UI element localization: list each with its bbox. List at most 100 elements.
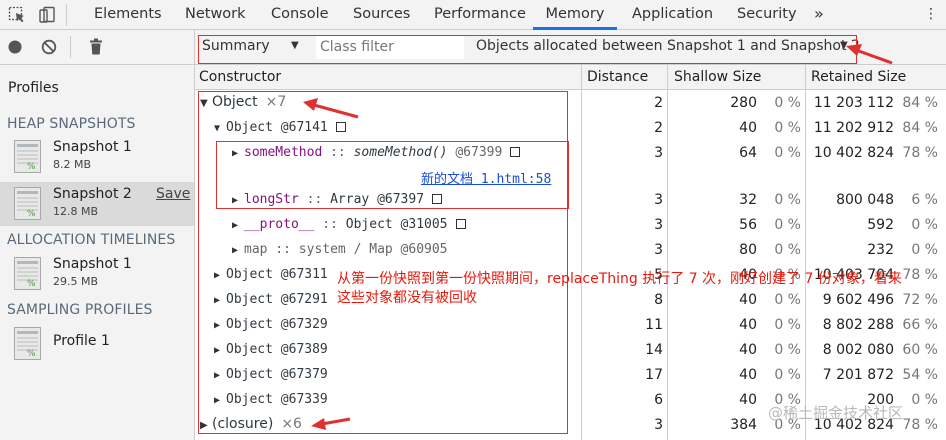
- expand-triangle-icon[interactable]: ▶: [200, 420, 212, 431]
- expand-triangle-icon[interactable]: ▶: [232, 195, 244, 206]
- tab-memory[interactable]: Memory: [533, 0, 617, 30]
- retained-size-percent: 78 %: [902, 145, 938, 161]
- expand-triangle-icon[interactable]: ▼: [200, 98, 212, 109]
- profile-heap-snapshot-1[interactable]: % Snapshot 1 8.2 MB: [0, 135, 194, 179]
- object-name: Object @67141: [226, 120, 328, 135]
- object-name: Object @67311: [226, 267, 328, 282]
- tab-network[interactable]: Network: [185, 0, 246, 30]
- column-header-constructor[interactable]: Constructor: [199, 69, 281, 85]
- clear-all-icon[interactable]: [41, 39, 57, 55]
- inspect-element-icon[interactable]: [8, 6, 26, 24]
- distance-value: 3: [654, 417, 663, 433]
- expand-triangle-icon[interactable]: ▶: [214, 270, 226, 281]
- retained-size-value: 232: [867, 242, 894, 258]
- device-toolbar-icon[interactable]: [38, 6, 56, 24]
- retained-size-value: 800 048: [836, 192, 894, 208]
- expand-triangle-icon[interactable]: ▶: [214, 345, 226, 356]
- svg-text:%: %: [27, 279, 36, 289]
- expand-triangle-icon[interactable]: ▶: [214, 370, 226, 381]
- shallow-size-percent: 0 %: [774, 342, 801, 358]
- expand-triangle-icon[interactable]: ▼: [214, 123, 226, 134]
- source-link-text[interactable]: 新的文档 1.html:58: [421, 172, 551, 187]
- more-tabs-chevron-icon[interactable]: »: [814, 0, 824, 30]
- expand-triangle-icon[interactable]: ▶: [214, 295, 226, 306]
- instance-count: ×7: [265, 94, 287, 110]
- constructor-cell: ▶ Object @67311: [214, 267, 328, 282]
- dropdown-arrow-icon[interactable]: ▼: [840, 40, 848, 51]
- distance-value: 11: [645, 317, 663, 333]
- reveal-object-icon[interactable]: [335, 122, 346, 132]
- profile-heap-snapshot-2[interactable]: % Snapshot 2 12.8 MB Save: [0, 182, 194, 226]
- constructor-cell: ▶ Object @67329: [214, 317, 328, 332]
- profiles-toolbar: [0, 30, 194, 65]
- tab-console[interactable]: Console: [271, 0, 329, 30]
- table-row[interactable]: ▶ Object @67329 11 40 0 % 8 802 288 66 %: [195, 313, 946, 338]
- tab-sources[interactable]: Sources: [353, 0, 410, 30]
- table-row[interactable]: ▶ someMethod :: someMethod() @67399 3 64 …: [195, 141, 946, 166]
- view-select[interactable]: Summary: [202, 38, 270, 54]
- reveal-object-icon[interactable]: [455, 219, 466, 229]
- profile-name: Snapshot 1: [53, 139, 132, 155]
- expand-triangle-icon[interactable]: ▶: [214, 395, 226, 406]
- property-value: someMethod(): [353, 145, 448, 160]
- devtools-tab-bar: Elements Network Console Sources Perform…: [0, 0, 946, 30]
- expand-triangle-icon[interactable]: ▶: [232, 245, 244, 256]
- shallow-size-value: 32: [739, 192, 757, 208]
- distance-value: 2: [654, 120, 663, 136]
- table-row[interactable]: ▶ map :: system / Map @60905 3 80 0 % 232…: [195, 238, 946, 263]
- column-header-shallow-size[interactable]: Shallow Size: [674, 69, 761, 85]
- snapshot-range-select[interactable]: Objects allocated between Snapshot 1 and…: [476, 38, 860, 54]
- shallow-size-percent: 0 %: [774, 95, 801, 111]
- retained-size-value: 7 201 872: [822, 367, 894, 383]
- tab-performance[interactable]: Performance: [434, 0, 526, 30]
- dropdown-arrow-icon[interactable]: ▼: [291, 40, 299, 51]
- object-name: Object @67379: [226, 367, 328, 382]
- reveal-object-icon[interactable]: [432, 194, 443, 204]
- retained-size-percent: 6 %: [911, 192, 938, 208]
- shallow-size-value: 64: [739, 145, 757, 161]
- tab-security[interactable]: Security: [737, 0, 797, 30]
- constructor-cell: ▼ Object @67141: [214, 120, 346, 135]
- property-separator: ::: [322, 145, 354, 160]
- profile-allocation-snapshot-1[interactable]: % Snapshot 1 29.5 MB: [0, 252, 194, 296]
- shallow-size-percent: 0 %: [774, 242, 801, 258]
- source-location-link[interactable]: 新的文档 1.html:58: [421, 168, 551, 187]
- table-row[interactable]: ▶ __proto__ :: Object @31005 3 56 0 % 592…: [195, 213, 946, 238]
- record-icon[interactable]: [7, 39, 23, 55]
- section-heading-heap-snapshots: HEAP SNAPSHOTS: [7, 116, 136, 132]
- column-header-retained-size[interactable]: Retained Size: [811, 69, 906, 85]
- distance-value: 3: [654, 145, 663, 161]
- save-profile-link[interactable]: Save: [156, 186, 190, 202]
- constructor-name: Object: [212, 94, 258, 110]
- table-row[interactable]: ▼ Object @67141 2 40 0 % 11 202 912 84 %: [195, 116, 946, 141]
- table-row[interactable]: ▼ Object ×7 2 280 0 % 11 203 112 84 %: [195, 91, 946, 116]
- retained-size-value: 11 202 912: [813, 120, 894, 136]
- tab-elements[interactable]: Elements: [94, 0, 162, 30]
- section-heading-sampling-profiles: SAMPLING PROFILES: [7, 302, 153, 318]
- heap-snapshot-grid: Constructor Distance Shallow Size Retain…: [195, 65, 946, 440]
- watermark: @稀土掘金技术社区: [768, 404, 904, 422]
- class-filter-input[interactable]: [316, 35, 464, 59]
- table-row[interactable]: ▶ longStr :: Array @67397 3 32 0 % 800 04…: [195, 188, 946, 213]
- table-row[interactable]: ▶ Object @67379 17 40 0 % 7 201 872 54 %: [195, 363, 946, 388]
- tab-application[interactable]: Application: [632, 0, 713, 30]
- property-key: someMethod: [244, 145, 323, 160]
- expand-triangle-icon[interactable]: ▶: [232, 220, 244, 231]
- heap-snapshot-icon: %: [14, 187, 41, 220]
- instance-count: ×6: [281, 416, 302, 432]
- expand-triangle-icon[interactable]: ▶: [232, 148, 244, 159]
- reveal-object-icon[interactable]: [510, 147, 521, 157]
- property-separator: ::: [267, 242, 299, 257]
- distance-value: 3: [654, 217, 663, 233]
- profile-name: Snapshot 1: [53, 256, 132, 272]
- property-cell: ▶ map :: system / Map @60905: [232, 242, 448, 257]
- table-row[interactable]: ▶ Object @67389 14 40 0 % 8 002 080 60 %: [195, 338, 946, 363]
- column-header-distance[interactable]: Distance: [587, 69, 648, 85]
- property-separator: ::: [298, 192, 331, 207]
- heap-snapshot-icon: %: [14, 140, 41, 173]
- trash-icon[interactable]: [88, 38, 104, 56]
- expand-triangle-icon[interactable]: ▶: [214, 320, 226, 331]
- shallow-size-value: 40: [739, 392, 757, 408]
- profile-sampling-profile-1[interactable]: % Profile 1: [0, 322, 194, 366]
- customize-menu-icon[interactable]: ⋮: [924, 0, 938, 30]
